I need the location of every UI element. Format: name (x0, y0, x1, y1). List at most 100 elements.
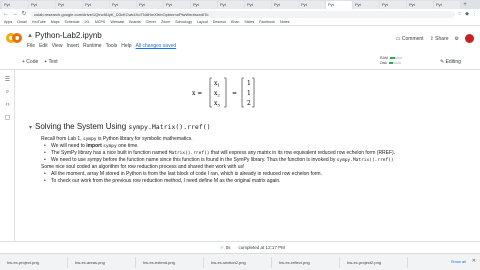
browser-tab[interactable]: Pyt (2, 1, 28, 9)
bookmarks-bar: Apps Gmail YouTube Maps Schedule IXL MCP… (0, 19, 480, 26)
bracket-left-2 (241, 77, 244, 108)
url-input[interactable]: colab.research.google.com/drive/1QtrwIt1… (30, 10, 455, 18)
heading-code: sympy.Matrix().rref() (128, 123, 211, 131)
paragraph-2: Some nice soul coded an algorithm for ro… (41, 164, 245, 170)
execution-status[interactable]: ✓ 0s completed at 12:17 PM (220, 245, 285, 251)
download-item[interactable]: hw-ex-project2.png (344, 256, 408, 268)
close-icon[interactable]: ✕ (472, 258, 476, 264)
browser-tab[interactable]: Pyt (299, 1, 325, 9)
browser-tab[interactable]: Pyt (218, 1, 244, 9)
download-item[interactable]: hw-ex-extend.png (140, 256, 204, 268)
browser-tab[interactable]: Pyt (272, 1, 298, 9)
add-code-button[interactable]: + Code (22, 59, 38, 65)
bookmark-item[interactable]: Schedule (65, 20, 80, 24)
bookmark-item[interactable]: Khan (231, 20, 239, 24)
intro-paragraph: Recall from Lab 1, sympy is Python libra… (41, 136, 193, 142)
left-sidebar: ☰ ⌕ ‹› ▢ (0, 70, 15, 253)
new-tab-icon[interactable]: + (461, 1, 469, 9)
share-button[interactable]: ⇪ Share (430, 36, 449, 42)
menu-help[interactable]: Help (121, 43, 131, 49)
comment-button[interactable]: ▭ Comment (396, 36, 424, 42)
menu-view[interactable]: View (52, 43, 63, 49)
browser-tab[interactable]: Pyt (164, 1, 190, 9)
reload-icon[interactable]: ↻ (21, 9, 27, 19)
drive-icon[interactable]: ▲ (27, 33, 33, 39)
ram-label: RAM (380, 56, 388, 60)
download-item[interactable]: hw-ex-reflect.png (276, 256, 340, 268)
browser-tab[interactable]: Pyt (191, 1, 217, 9)
bookmark-item[interactable]: Zoom (161, 20, 170, 24)
notebook-title[interactable]: Python-Lab2.ipynb (35, 31, 102, 40)
markdown-cell[interactable]: ▾ Solving the System Using sympy.Matrix()… (29, 122, 469, 185)
bookmark-item[interactable]: MCPS (95, 20, 105, 24)
bookmark-item[interactable]: Gmail (17, 20, 26, 24)
menu-insert[interactable]: Insert (66, 43, 79, 49)
save-status-link[interactable]: All changes saved (136, 43, 177, 49)
lhs-label: x = (192, 90, 202, 97)
menu-tools[interactable]: Tools (106, 43, 118, 49)
show-all-link[interactable]: Show all (451, 259, 466, 264)
collapse-chevron-icon[interactable]: ▾ (29, 125, 32, 131)
editing-mode[interactable]: ✎ Editing (440, 59, 461, 65)
colab-logo-icon[interactable] (6, 33, 22, 43)
download-item[interactable]: hw-ex-project.png (4, 256, 68, 268)
browser-tab[interactable]: Pyt (83, 1, 109, 9)
share-label: Share (435, 35, 449, 42)
menu-file[interactable]: File (27, 43, 35, 49)
header-actions: ▭ Comment ⇪ Share ⚙ (396, 34, 474, 43)
download-item[interactable]: hw-ex-areas.png (72, 256, 136, 268)
download-item[interactable]: hw-ex-section2.png (208, 256, 272, 268)
bookmark-item[interactable]: Layout (197, 20, 208, 24)
section-heading: ▾ Solving the System Using sympy.Matrix()… (29, 122, 469, 131)
browser-tab[interactable]: Pyt (110, 1, 136, 9)
bookmark-item[interactable]: Desmos (213, 20, 226, 24)
table-of-contents-icon[interactable]: ☰ (0, 76, 15, 83)
value-3: 2 (247, 100, 251, 107)
browser-tab-active[interactable]: Pyt (326, 1, 352, 9)
matrix-equation: x = x1 x2 x3 = 1 1 2 (192, 77, 255, 108)
equals-sign: = (232, 90, 237, 97)
browser-tab[interactable]: Pyt (29, 1, 55, 9)
check-icon: ✓ (220, 245, 224, 250)
menu-edit[interactable]: Edit (39, 43, 48, 49)
code-snippets-icon[interactable]: ‹› (0, 102, 15, 108)
extensions-icon[interactable]: ◆ (465, 11, 469, 17)
bookmark-item[interactable]: Facebook (259, 20, 275, 24)
disk-bar (389, 62, 401, 65)
settings-gear-icon[interactable]: ⚙ (455, 36, 459, 42)
browser-tab[interactable]: Pyt (380, 1, 406, 9)
browser-tab[interactable]: Pyt (245, 1, 271, 9)
search-icon[interactable]: ⌕ (0, 89, 15, 96)
address-bar: ← → ↻ colab.research.google.com/drive/1Q… (0, 9, 480, 19)
avatar[interactable] (465, 34, 474, 43)
browser-tab[interactable]: Pyt (137, 1, 163, 9)
star-icon[interactable]: ☆ (458, 11, 462, 17)
bracket-right-2 (252, 77, 255, 108)
bookmark-item[interactable]: Webcast (110, 20, 124, 24)
notebook-content: x = x1 x2 x3 = 1 1 2 ▾ Solving the System… (15, 70, 480, 253)
bookmark-item[interactable]: Boards (129, 20, 140, 24)
browser-tab[interactable]: Pyt (56, 1, 82, 9)
bookmark-item[interactable]: Slides (244, 20, 254, 24)
bookmark-item[interactable]: YouTube (32, 20, 46, 24)
browser-tab[interactable]: Pyt (434, 1, 460, 9)
add-text-button[interactable]: + Text (44, 59, 57, 65)
bookmark-item[interactable]: IXL (85, 20, 90, 24)
bookmark-item[interactable]: Maps (51, 20, 60, 24)
bookmark-item[interactable]: Clever (146, 20, 156, 24)
value-1: 1 (247, 80, 251, 87)
files-icon[interactable]: ▢ (0, 114, 15, 121)
notebook-toolbar: + Code + Text RAM Disk ✎ Editing (0, 54, 480, 70)
forward-icon[interactable]: → (12, 9, 18, 19)
back-icon[interactable]: ← (3, 9, 9, 19)
browser-tab[interactable]: Pyt (353, 1, 379, 9)
list-item: All the moment, array M stored in Python… (44, 171, 469, 178)
bookmark-item[interactable]: Apps (4, 20, 12, 24)
menu-runtime[interactable]: Runtime (83, 43, 102, 49)
resource-monitor[interactable]: RAM Disk (380, 56, 402, 66)
browser-tab[interactable]: Pyt (407, 1, 433, 9)
bookmark-item[interactable]: Schoology (175, 20, 192, 24)
bookmark-item[interactable]: Notes (280, 20, 289, 24)
elapsed-time: 0s (225, 245, 231, 250)
menu-dots-icon[interactable]: ⋮ (472, 11, 477, 17)
